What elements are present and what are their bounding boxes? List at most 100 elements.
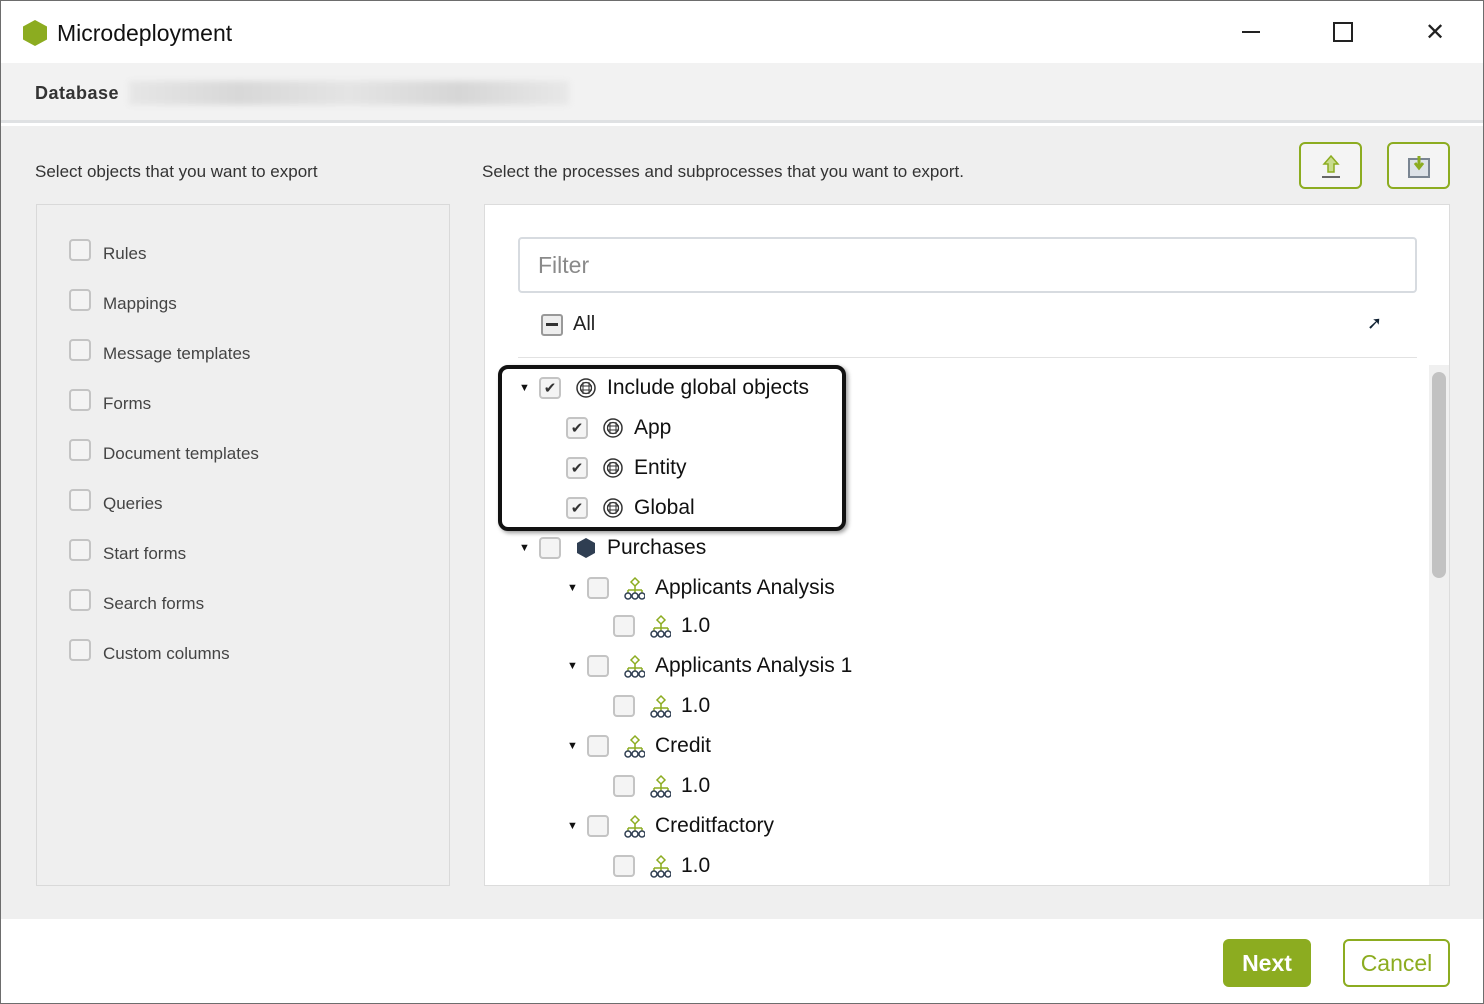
download-button[interactable] <box>1387 142 1450 189</box>
checkbox[interactable] <box>69 639 91 661</box>
tree-node[interactable]: 1.0 <box>613 771 710 801</box>
application-icon <box>575 537 597 559</box>
expand-caret-icon[interactable]: ▼ <box>519 542 539 554</box>
tree-checkbox[interactable] <box>613 775 635 797</box>
close-button[interactable]: ✕ <box>1412 15 1458 49</box>
tree-node-label: Credit <box>655 734 712 757</box>
tree-node-label: Creditfactory <box>655 814 775 837</box>
next-button[interactable]: Next <box>1223 939 1311 987</box>
cancel-button[interactable]: Cancel <box>1343 939 1450 987</box>
global-icon <box>602 497 624 519</box>
maximize-button[interactable] <box>1320 15 1366 49</box>
object-option-message-templates[interactable]: Message templates <box>69 339 251 364</box>
filter-input[interactable] <box>518 237 1417 293</box>
tree-node[interactable]: ▼ Creditfactory <box>567 811 774 841</box>
checkbox[interactable] <box>69 389 91 411</box>
process-icon <box>623 734 645 758</box>
process-icon <box>649 774 671 798</box>
expand-caret-icon[interactable]: ▼ <box>567 660 587 672</box>
processes-instruction: Select the processes and subprocesses th… <box>482 162 964 181</box>
tree-checkbox[interactable] <box>587 815 609 837</box>
global-icon <box>602 417 624 439</box>
expand-caret-icon[interactable]: ▼ <box>567 820 587 832</box>
tree-node-label: 1.0 <box>681 614 711 637</box>
tree-node[interactable]: ▼ Applicants Analysis <box>567 573 835 603</box>
option-label: Custom columns <box>103 644 230 663</box>
object-option-mappings[interactable]: Mappings <box>69 289 177 314</box>
tree-node[interactable]: ✔ Entity <box>566 453 687 483</box>
tree-checkbox[interactable]: ✔ <box>566 417 588 439</box>
tree-node[interactable]: ▼ ✔ Include global objects <box>519 373 809 403</box>
database-label: Database <box>35 83 120 103</box>
expand-caret-icon[interactable]: ▼ <box>519 382 539 394</box>
tree-checkbox[interactable]: ✔ <box>566 457 588 479</box>
tree-node[interactable]: ▼ Applicants Analysis 1 <box>567 651 852 681</box>
process-icon <box>649 854 671 878</box>
all-label: All <box>573 313 596 335</box>
process-icon <box>623 654 645 678</box>
global-icon <box>602 457 624 479</box>
database-header: Database <box>1 63 1483 123</box>
object-option-start-forms[interactable]: Start forms <box>69 539 187 564</box>
option-label: Mappings <box>103 294 177 313</box>
dialog-footer: Next Cancel <box>1 919 1483 1003</box>
tree-checkbox[interactable] <box>613 615 635 637</box>
checkbox[interactable] <box>69 439 91 461</box>
object-option-rules[interactable]: Rules <box>69 239 147 264</box>
tree-node-label: 1.0 <box>681 854 711 877</box>
tree-node[interactable]: ✔ App <box>566 413 671 443</box>
checkbox[interactable] <box>69 239 91 261</box>
option-label: Search forms <box>103 594 205 613</box>
tree-checkbox[interactable] <box>613 855 635 877</box>
tree-checkbox[interactable] <box>539 537 561 559</box>
tree-node-label: 1.0 <box>681 694 711 717</box>
microdeployment-window: Microdeployment ✕ Database Select object… <box>0 0 1484 1004</box>
tree-node-label: Entity <box>634 456 687 479</box>
checkbox[interactable] <box>69 489 91 511</box>
tree-node[interactable]: 1.0 <box>613 851 710 881</box>
checkbox[interactable] <box>69 539 91 561</box>
minimize-button[interactable] <box>1228 15 1274 49</box>
object-option-queries[interactable]: Queries <box>69 489 163 514</box>
window-title: Microdeployment <box>57 20 233 46</box>
tree-checkbox[interactable] <box>613 695 635 717</box>
option-label: Message templates <box>103 344 251 363</box>
tree-checkbox[interactable] <box>587 655 609 677</box>
tree-checkbox[interactable]: ✔ <box>539 377 561 399</box>
process-icon <box>649 694 671 718</box>
upload-button[interactable] <box>1299 142 1362 189</box>
collapse-all-icon[interactable]: ➚ <box>1367 313 1382 334</box>
upload-icon <box>1321 154 1340 178</box>
option-label: Start forms <box>103 544 187 563</box>
tree-node[interactable]: 1.0 <box>613 611 710 641</box>
option-label: Document templates <box>103 444 259 463</box>
expand-caret-icon[interactable]: ▼ <box>567 740 587 752</box>
scrollbar-thumb[interactable] <box>1432 372 1446 578</box>
checkbox[interactable] <box>69 589 91 611</box>
tree-node[interactable]: ▼ Credit <box>567 731 711 761</box>
tree-node[interactable]: ✔ Global <box>566 493 695 523</box>
tree-node[interactable]: 1.0 <box>613 691 710 721</box>
object-option-document-templates[interactable]: Document templates <box>69 439 259 464</box>
tree-checkbox[interactable]: ✔ <box>566 497 588 519</box>
checkbox[interactable] <box>69 289 91 311</box>
objects-instruction: Select objects that you want to export <box>35 162 318 181</box>
checkbox[interactable] <box>69 339 91 361</box>
tree-checkbox[interactable] <box>587 735 609 757</box>
object-option-forms[interactable]: Forms <box>69 389 152 414</box>
tree-node[interactable]: ▼ Purchases <box>519 533 706 563</box>
object-option-search-forms[interactable]: Search forms <box>69 589 205 614</box>
select-all-checkbox[interactable]: All <box>541 313 595 336</box>
expand-caret-icon[interactable]: ▼ <box>567 582 587 594</box>
tree-checkbox[interactable] <box>587 577 609 599</box>
process-icon <box>649 614 671 638</box>
processes-panel: All ➚ ▼✔Include global objects✔App✔Entit… <box>484 204 1450 886</box>
option-label: Rules <box>103 244 147 263</box>
option-label: Forms <box>103 394 152 413</box>
tree-node-label: Purchases <box>607 536 707 559</box>
process-icon <box>623 576 645 600</box>
tree-scrollbar[interactable] <box>1429 365 1449 885</box>
object-option-custom-columns[interactable]: Custom columns <box>69 639 230 664</box>
tree-node-label: Include global objects <box>607 376 809 399</box>
download-icon <box>1407 155 1430 178</box>
